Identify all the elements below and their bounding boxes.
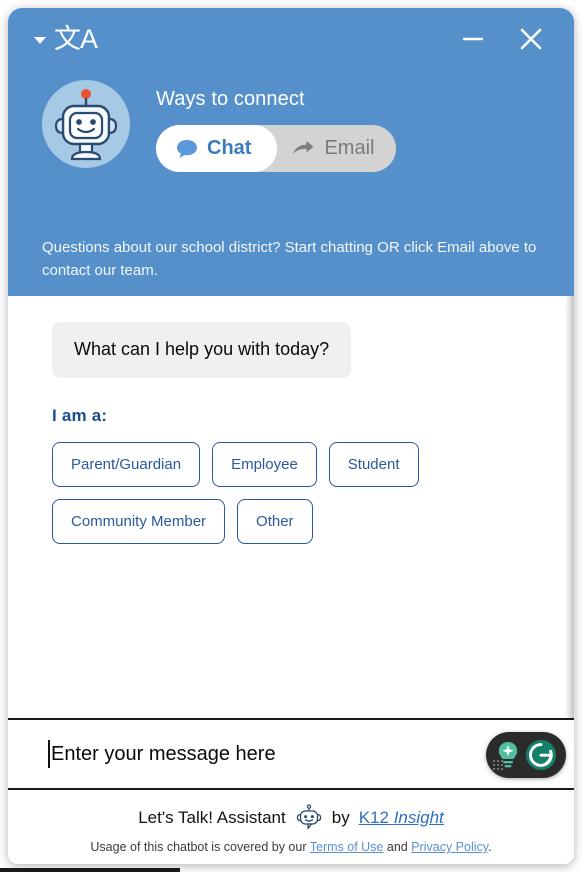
choice-button-parent-guardian[interactable]: Parent/Guardian: [52, 441, 201, 487]
speech-bubble-icon: [177, 139, 197, 158]
choice-list: Parent/Guardian Employee Student Communi…: [52, 441, 442, 544]
legal-line: Usage of this chatbot is covered by our …: [8, 840, 574, 854]
body-right-shadow: [565, 296, 574, 718]
robot-icon: [296, 804, 321, 830]
bot-message: What can I help you with today?: [52, 322, 352, 378]
close-button[interactable]: [516, 24, 546, 54]
language-selector[interactable]: 文A: [34, 23, 98, 54]
robot-avatar-icon: [54, 89, 118, 161]
minimize-icon: [462, 37, 484, 41]
terms-of-use-link[interactable]: Terms of Use: [310, 840, 384, 854]
header-main: Ways to connect Chat Email: [8, 70, 574, 172]
chevron-down-icon: [34, 37, 46, 44]
close-icon: [520, 28, 542, 50]
footer-brand-line: Let's Talk! Assistant by K12 Insight: [8, 804, 574, 832]
choice-button-student[interactable]: Student: [328, 441, 419, 487]
conversation-area: What can I help you with today? I am a: …: [8, 296, 574, 718]
legal-prefix: Usage of this chatbot is covered by our: [90, 840, 307, 854]
avatar: [42, 80, 130, 168]
connect-mode-toggle: Chat Email: [156, 125, 397, 172]
tab-email-label: Email: [324, 137, 375, 159]
arrow-forward-icon: [293, 140, 314, 154]
grammarly-badge[interactable]: [486, 732, 566, 778]
choice-button-community-member[interactable]: Community Member: [52, 498, 226, 544]
composer: [8, 718, 574, 790]
choice-button-employee[interactable]: Employee: [212, 441, 317, 487]
brand-name: K12: [358, 808, 389, 827]
text-cursor: [48, 740, 50, 768]
prompt-label: I am a:: [52, 405, 108, 425]
window-controls: [458, 24, 556, 54]
page-title: Ways to connect: [156, 88, 305, 110]
tab-chat-label: Chat: [207, 137, 252, 159]
privacy-policy-link[interactable]: Privacy Policy: [411, 840, 488, 854]
tab-email[interactable]: Email: [277, 125, 396, 172]
drag-dots-icon[interactable]: [493, 759, 504, 770]
page-bottom-edge: [0, 868, 180, 872]
translate-icon: 文A: [54, 23, 98, 54]
footer-by-text: by: [331, 808, 350, 827]
legal-conjunction: and: [386, 840, 408, 854]
tab-chat[interactable]: Chat: [156, 125, 278, 172]
brand-link[interactable]: K12 Insight: [359, 808, 444, 828]
minimize-button[interactable]: [458, 24, 488, 54]
choice-button-other[interactable]: Other: [237, 498, 313, 544]
header-text-block: Ways to connect Chat Email: [130, 80, 397, 172]
widget-footer: Let's Talk! Assistant by K12 Insight Usa…: [8, 790, 574, 864]
header-description: Questions about our school district? Sta…: [42, 239, 537, 280]
grammarly-g-icon: [526, 740, 556, 770]
legal-suffix: .: [488, 840, 492, 854]
widget-header: 文A Ways to connect Chat Email Questions …: [8, 8, 574, 296]
header-top-bar: 文A: [8, 8, 574, 70]
chat-widget: 文A Ways to connect Chat Email Questions …: [8, 8, 574, 864]
assistant-name: Let's Talk! Assistant: [138, 808, 286, 827]
message-input[interactable]: [51, 742, 560, 766]
brand-name-italic: Insight: [393, 808, 444, 827]
body-right-pad: [561, 296, 565, 718]
